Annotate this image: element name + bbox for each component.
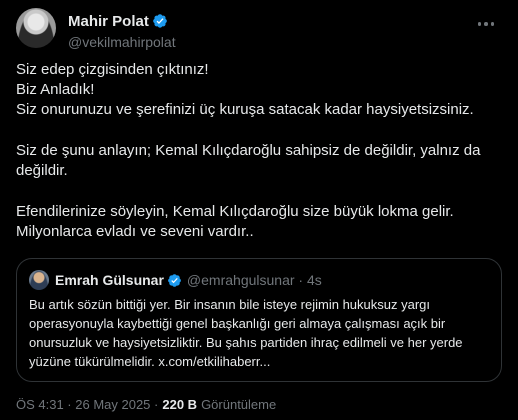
tweet-line: değildir. [16, 162, 68, 179]
tweet-line: Biz Anladık! [16, 81, 95, 98]
more-options-icon[interactable] [474, 14, 498, 34]
quoted-author-handle: @emrahgulsunar · 4s [186, 272, 322, 288]
author-handle[interactable]: @vekilmahirpolat [68, 34, 176, 50]
tweet-header: Mahir Polat @vekilmahirpolat [16, 8, 502, 52]
tweet-line: Efendilerinize söyleyin, Kemal Kılıçdaro… [16, 203, 454, 220]
quoted-line: onursuzluk ve haysiyetsizliktir. Bu şahı… [29, 335, 463, 350]
verified-badge-icon [168, 273, 181, 287]
tweet-text: Siz edep çizgisinden çıktınız! Biz Anlad… [16, 60, 502, 242]
tweet-line: Siz de şunu anlayın; Kemal Kılıçdaroğlu … [16, 142, 481, 159]
tweet-line: Milyonlarca evladı ve seveni vardır.. [16, 223, 254, 240]
author-name-row: Mahir Polat [68, 12, 168, 30]
tweet-line: Siz onurunuzu ve şerefinizi üç kuruşa sa… [16, 101, 474, 118]
quoted-tweet-text: Bu artık sözün bittiği yer. Bir insanın … [29, 295, 489, 371]
quoted-line: yüzüne tükürülmelidir. x.com/etkilihaber… [29, 354, 271, 369]
quoted-author-avatar [29, 270, 49, 290]
tweet-card: Mahir Polat @vekilmahirpolat Siz edep çi… [0, 0, 518, 420]
quoted-line: operasyonuyla kaybettiği genel başkanlığ… [29, 316, 446, 331]
views-count: 220 B [162, 397, 198, 412]
quoted-line: Bu artık sözün bittiği yer. Bir insanın … [29, 297, 431, 312]
verified-badge-icon [153, 14, 167, 28]
tweet-meta: ÖS 4:31 · 26 May 2025 · 220 B Görüntülem… [16, 397, 276, 412]
tweet-line: Siz edep çizgisinden çıktınız! [16, 61, 209, 78]
quoted-author-name: Emrah Gülsunar [55, 272, 164, 288]
quoted-tweet[interactable]: Emrah Gülsunar @emrahgulsunar · 4s Bu ar… [16, 258, 502, 382]
quoted-tweet-header: Emrah Gülsunar @emrahgulsunar · 4s [29, 269, 489, 291]
author-name[interactable]: Mahir Polat [68, 13, 149, 30]
tweet-timestamp[interactable]: ÖS 4:31 · 26 May 2025 · [16, 397, 158, 412]
author-avatar[interactable] [16, 8, 56, 48]
views-label: Görüntüleme [201, 397, 277, 412]
